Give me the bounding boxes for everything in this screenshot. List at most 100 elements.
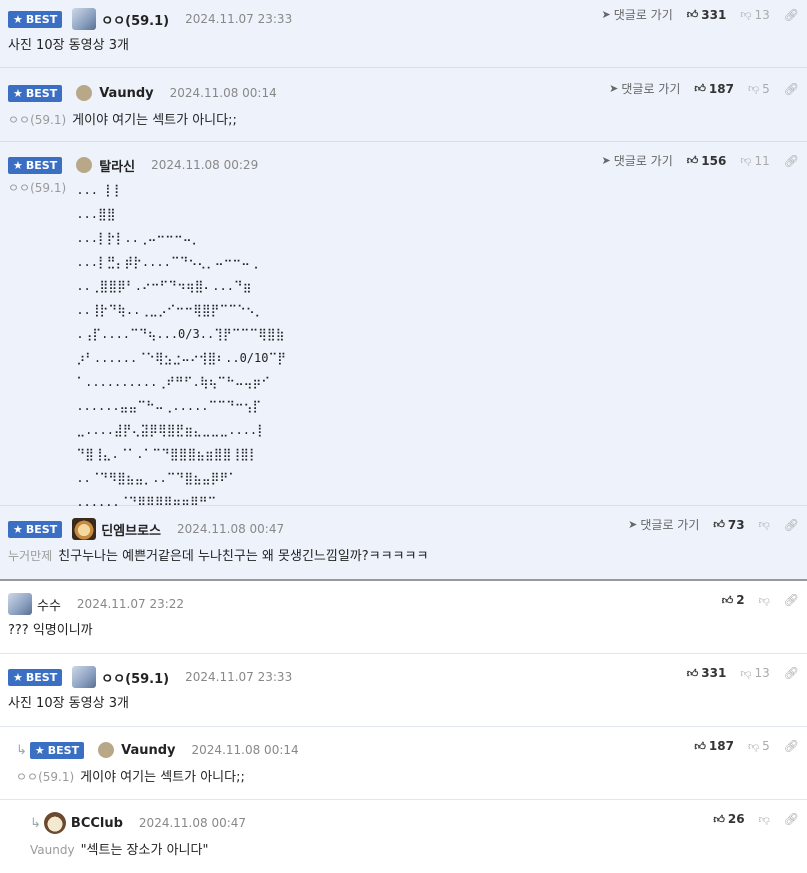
nickname[interactable]: ㅇㅇ(59.1) — [101, 668, 169, 687]
thumbs-down-icon: 👎︎ — [758, 518, 770, 531]
avatar[interactable] — [8, 593, 32, 615]
mention[interactable]: ㅇㅇ(59.1) — [16, 770, 74, 784]
nickname[interactable]: 딘엠브로스 — [101, 520, 161, 539]
timestamp: 2024.11.08 00:14 — [169, 86, 277, 100]
mention[interactable]: 누거만제 — [8, 549, 52, 563]
timestamp: 2024.11.07 23:33 — [185, 670, 293, 684]
avatar[interactable] — [43, 812, 66, 834]
dislike-button[interactable]: 👎︎ 11 — [740, 154, 769, 168]
star-icon: ★ — [34, 743, 45, 757]
avatar[interactable] — [72, 8, 97, 30]
like-button[interactable]: 👍︎ 156 — [687, 154, 727, 168]
timestamp: 2024.11.08 00:14 — [191, 743, 299, 757]
comment-text: 사진 10장 동영상 3개 — [8, 38, 129, 53]
best-comment: ★ BEST Vaundy 2024.11.08 00:14 ➤ 댓글로 가기 👍︎… — [0, 68, 807, 142]
best-comment: ★ BEST 딘엠브로스 2024.11.08 00:47 ➤ 댓글로 가기 👍︎ 7… — [0, 506, 807, 581]
reply-link[interactable]: ➤ 댓글로 가기 — [602, 6, 673, 23]
thumbs-down-icon: 👎︎ — [747, 739, 760, 753]
timestamp: 2024.11.08 00:47 — [177, 522, 285, 536]
avatar[interactable] — [76, 85, 93, 101]
nickname[interactable]: Vaundy — [121, 743, 175, 758]
send-icon: ➤ — [601, 154, 611, 167]
link-icon[interactable]: 🔗︎ — [784, 8, 799, 22]
reply-link[interactable]: ➤ 댓글로 가기 — [628, 516, 699, 533]
nickname[interactable]: 탈라신 — [99, 156, 135, 175]
comment-text: 친구누나는 예쁜거같은데 누나친구는 왜 못생긴느낌일까?ㅋㅋㅋㅋㅋ — [58, 549, 429, 564]
like-button[interactable]: 👍︎ 187 — [694, 82, 734, 96]
timestamp: 2024.11.07 23:22 — [76, 597, 185, 611]
reply-arrow-icon: ↳ — [30, 815, 41, 831]
mention[interactable]: ㅇㅇ(59.1) — [8, 113, 66, 127]
link-icon[interactable]: 🔗︎ — [784, 593, 799, 607]
comment: 수수 2024.11.07 23:22 👍︎ 2 👎︎ 🔗︎ ??? 익명이니까 — [0, 581, 807, 654]
mention[interactable]: ㅇㅇ(59.1) — [8, 181, 66, 195]
comment-text: "섹트는 장소가 아니다" — [80, 843, 209, 858]
timestamp: 2024.11.08 00:29 — [151, 158, 259, 172]
best-badge: ★ BEST — [8, 10, 63, 28]
dislike-button[interactable]: 👎︎ — [759, 595, 770, 606]
thumbs-down-icon: 👎︎ — [758, 593, 770, 607]
comment-text: 게이야 여기는 섹트가 아니다;; — [80, 770, 245, 785]
thumbs-down-icon: 👎︎ — [747, 82, 760, 95]
dislike-button[interactable]: 👎︎ 13 — [740, 8, 769, 22]
avatar[interactable] — [72, 518, 97, 540]
best-badge: ★ BEST — [8, 520, 63, 538]
reply-arrow-icon: ↳ — [16, 742, 27, 758]
thumbs-up-icon: 👍︎ — [686, 666, 699, 680]
star-icon: ★ — [13, 522, 23, 536]
best-comment: ★ BEST 탈라신 2024.11.08 00:29 ➤ 댓글로 가기 👍︎ 156… — [0, 142, 807, 533]
like-button[interactable]: 👍︎ 331 — [687, 8, 727, 22]
best-badge: ★ BEST — [29, 741, 85, 759]
thumbs-down-icon: 👎︎ — [740, 666, 752, 680]
link-icon[interactable]: 🔗︎ — [784, 82, 799, 96]
avatar[interactable] — [98, 742, 115, 758]
thumbs-up-icon: 👍︎ — [721, 593, 734, 607]
best-badge: ★ BEST — [8, 84, 63, 102]
dislike-button[interactable]: 👎︎ 5 — [748, 739, 770, 753]
thumbs-up-icon: 👍︎ — [694, 739, 706, 753]
comment-text: ??? 익명이니까 — [8, 623, 93, 638]
nickname[interactable]: ㅇㅇ(59.1) — [101, 10, 169, 29]
dislike-button[interactable]: 👎︎ 5 — [748, 82, 770, 96]
link-icon[interactable]: 🔗︎ — [784, 812, 799, 826]
thumbs-down-icon: 👎︎ — [740, 8, 752, 21]
thumbs-up-icon: 👍︎ — [713, 812, 725, 826]
reply-link[interactable]: ➤ 댓글로 가기 — [602, 152, 673, 169]
thumbs-up-icon: 👍︎ — [686, 154, 699, 167]
thumbs-up-icon: 👍︎ — [713, 518, 725, 531]
link-icon[interactable]: 🔗︎ — [784, 518, 799, 532]
star-icon: ★ — [13, 670, 23, 684]
dislike-button[interactable]: 👎︎ — [759, 814, 770, 825]
nickname[interactable]: Vaundy — [99, 86, 153, 101]
ascii-art: ... ⡇⡇ ...⣿⣿ ...⡇⡗⡇..⢀⠤⠒⠒⠒⠤⡀ ...⡇⣛⡄⡾⡗...… — [76, 183, 287, 533]
thumbs-down-icon: 👎︎ — [758, 812, 770, 826]
send-icon: ➤ — [628, 518, 638, 531]
thumbs-up-icon: 👍︎ — [686, 8, 699, 21]
reply-link[interactable]: ➤ 댓글로 가기 — [609, 80, 680, 97]
star-icon: ★ — [13, 12, 23, 26]
dislike-button[interactable]: 👎︎ 13 — [740, 666, 769, 680]
star-icon: ★ — [13, 158, 23, 172]
nickname[interactable]: BCClub — [71, 816, 123, 831]
best-badge: ★ BEST — [8, 156, 63, 174]
avatar[interactable] — [76, 157, 93, 173]
like-button[interactable]: 👍︎ 2 — [722, 593, 745, 607]
send-icon: ➤ — [601, 8, 611, 21]
star-icon: ★ — [13, 86, 23, 100]
thumbs-up-icon: 👍︎ — [694, 82, 706, 95]
reply-comment: ↳ BCClub 2024.11.08 00:47 👍︎ 26 👎︎ 🔗︎ Vau… — [0, 800, 807, 872]
like-button[interactable]: 👍︎ 187 — [694, 739, 734, 753]
avatar[interactable] — [72, 666, 97, 688]
dislike-button[interactable]: 👎︎ — [759, 519, 770, 530]
nickname[interactable]: 수수 — [37, 595, 61, 614]
like-button[interactable]: 👍︎ 73 — [713, 518, 744, 532]
like-button[interactable]: 👍︎ 26 — [713, 812, 744, 826]
mention[interactable]: Vaundy — [30, 843, 75, 857]
like-button[interactable]: 👍︎ 331 — [687, 666, 727, 680]
comment-text: 게이야 여기는 섹트가 아니다;; — [72, 113, 237, 128]
link-icon[interactable]: 🔗︎ — [784, 666, 799, 680]
thumbs-down-icon: 👎︎ — [740, 154, 752, 167]
link-icon[interactable]: 🔗︎ — [784, 739, 799, 753]
link-icon[interactable]: 🔗︎ — [784, 154, 799, 168]
best-badge: ★ BEST — [8, 668, 63, 686]
